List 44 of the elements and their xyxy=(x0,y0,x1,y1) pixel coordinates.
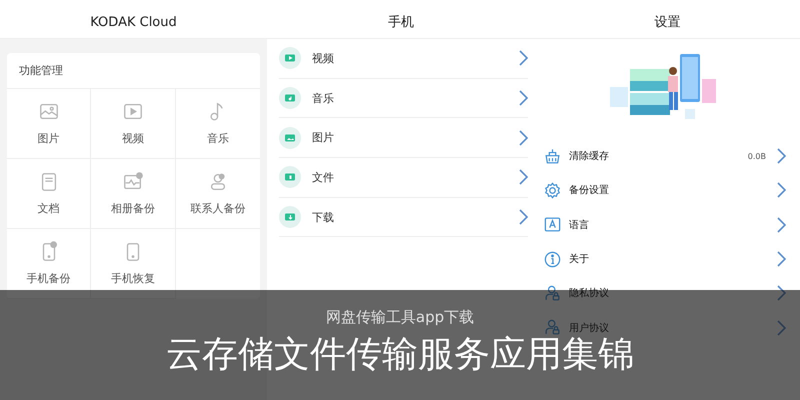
grid-item-label[interactable]: 手机恢复 xyxy=(110,271,155,286)
user-lock-icon xyxy=(543,318,562,338)
grid-item-label[interactable]: 图片 xyxy=(38,131,60,146)
grid-item-label[interactable]: 联系人备份 xyxy=(190,201,246,216)
caption-overlay-subtitle: 网盘传输工具app下载 xyxy=(326,308,474,327)
list-item[interactable]: 视频 xyxy=(279,39,528,79)
chevron-icon xyxy=(776,216,786,233)
chevron-icon xyxy=(518,90,528,106)
settings-item-label[interactable]: 备份设置 xyxy=(569,185,609,196)
section-title: 功能管理 xyxy=(7,53,260,89)
download-icon xyxy=(279,206,301,228)
video-icon xyxy=(279,47,301,70)
grid-item-label[interactable]: 音乐 xyxy=(206,131,229,146)
chevron-icon xyxy=(776,148,786,164)
settings-item-label[interactable]: 语言 xyxy=(569,220,589,231)
chevron-icon xyxy=(518,130,528,146)
chevron-icon xyxy=(776,320,786,336)
grid-item-label[interactable]: 手机备份 xyxy=(26,271,71,286)
grid-item-label[interactable]: 相册备份 xyxy=(110,201,155,216)
banner-title: 云存储文件传输服务应用集锦 xyxy=(166,333,634,377)
letter-icon xyxy=(543,215,562,234)
user-lock-icon xyxy=(543,284,562,303)
list-item[interactable]: 下载 xyxy=(279,198,528,238)
chevron-icon xyxy=(518,50,528,66)
grid-item-label[interactable]: 视频 xyxy=(122,131,144,146)
list-item[interactable]: 文件 xyxy=(279,158,528,198)
screen-title: KODAK Cloud xyxy=(0,0,267,39)
chevron-icon xyxy=(518,169,528,186)
chevron-icon xyxy=(776,285,786,302)
grid-item-label[interactable]: 文档 xyxy=(38,201,60,216)
cache-size: 0.0B xyxy=(748,152,766,161)
settings-item-label[interactable]: 清除缓存 xyxy=(569,151,609,162)
basket-icon xyxy=(543,146,562,166)
settings-item-label[interactable]: 关于 xyxy=(569,254,589,266)
chevron-icon xyxy=(518,209,528,226)
picture-icon xyxy=(279,126,301,149)
info-icon xyxy=(543,250,562,269)
music-icon xyxy=(279,87,301,110)
file-icon xyxy=(279,166,301,188)
list-item[interactable]: 图片 xyxy=(279,118,528,158)
chevron-icon xyxy=(776,251,786,268)
gear-icon xyxy=(543,180,562,200)
list-item[interactable]: 音乐 xyxy=(279,78,528,118)
chevron-icon xyxy=(776,182,786,198)
